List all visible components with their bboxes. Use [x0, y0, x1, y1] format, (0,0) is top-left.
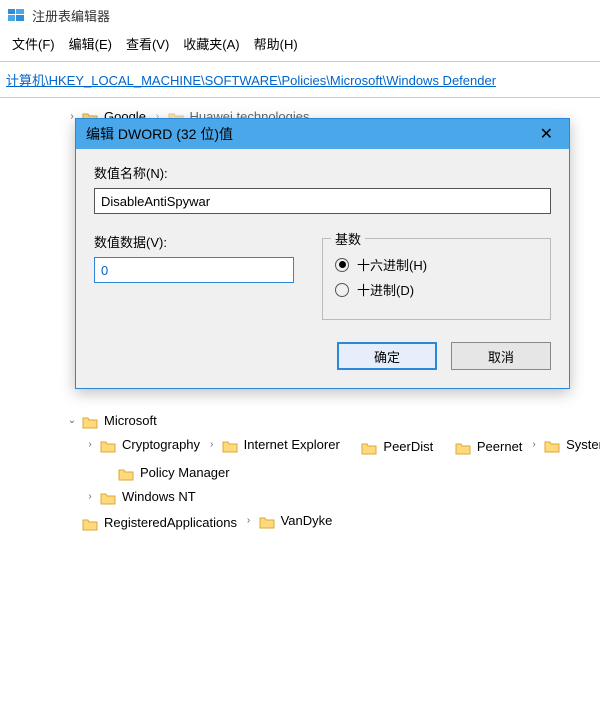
tree-item-peernet[interactable]: Peernet: [439, 436, 525, 458]
ok-button[interactable]: 确定: [337, 342, 437, 370]
tree-item-windows-nt[interactable]: › Windows NT: [84, 486, 198, 508]
value-data-label: 数值数据(V):: [94, 232, 304, 251]
folder-icon: [259, 514, 275, 528]
menu-edit[interactable]: 编辑(E): [69, 34, 112, 53]
base-group: 基数 十六进制(H) 十进制(D): [322, 238, 551, 320]
window-title: 注册表编辑器: [32, 6, 110, 25]
tree-item-microsoft[interactable]: ⌄ Microsoft: [66, 410, 159, 432]
tree-item-ie[interactable]: › Internet Explorer: [206, 434, 342, 456]
tree-item-cryptography[interactable]: › Cryptography: [84, 434, 202, 456]
expand-icon[interactable]: ›: [84, 434, 96, 456]
tree-item-syscert[interactable]: › SystemCertificates: [528, 434, 600, 456]
dialog-titlebar[interactable]: 编辑 DWORD (32 位)值 ✕: [76, 119, 569, 149]
dialog-body: 数值名称(N): 数值数据(V): 基数 十六进制(H) 十进制(D) 确定: [76, 149, 569, 388]
cancel-button[interactable]: 取消: [451, 342, 551, 370]
folder-icon: [118, 466, 134, 480]
dialog-title: 编辑 DWORD (32 位)值: [86, 124, 233, 144]
radio-hex-label: 十六进制(H): [357, 255, 427, 274]
folder-icon: [544, 438, 560, 452]
value-name-label: 数值名称(N):: [94, 163, 551, 182]
regedit-icon: [8, 7, 24, 23]
folder-icon: [82, 414, 98, 428]
expand-icon[interactable]: ›: [243, 510, 255, 532]
expand-icon[interactable]: ›: [84, 486, 96, 508]
menu-view[interactable]: 查看(V): [126, 34, 169, 53]
radio-icon[interactable]: [335, 283, 349, 297]
collapse-icon[interactable]: ⌄: [66, 410, 78, 432]
tree-item-policy-manager[interactable]: Policy Manager: [102, 462, 232, 484]
folder-icon: [100, 438, 116, 452]
menu-help[interactable]: 帮助(H): [254, 34, 298, 53]
menu-bar: 文件(F) 编辑(E) 查看(V) 收藏夹(A) 帮助(H): [0, 30, 600, 62]
radio-dec-label: 十进制(D): [357, 280, 414, 299]
folder-icon: [361, 440, 377, 454]
folder-icon: [82, 516, 98, 530]
radio-dec[interactable]: 十进制(D): [335, 280, 538, 299]
folder-icon: [222, 438, 238, 452]
tree-item-registeredapps[interactable]: RegisteredApplications: [66, 512, 239, 534]
folder-icon: [455, 440, 471, 454]
address-bar[interactable]: 计算机\HKEY_LOCAL_MACHINE\SOFTWARE\Policies…: [0, 62, 600, 98]
base-group-label: 基数: [331, 229, 365, 248]
close-button[interactable]: ✕: [534, 124, 559, 144]
radio-icon[interactable]: [335, 258, 349, 272]
menu-favorites[interactable]: 收藏夹(A): [183, 34, 239, 53]
expand-icon[interactable]: ›: [528, 434, 540, 456]
menu-file[interactable]: 文件(F): [12, 34, 55, 53]
expand-icon[interactable]: ›: [206, 434, 218, 456]
window-titlebar: 注册表编辑器: [0, 0, 600, 30]
value-name-input[interactable]: [94, 188, 551, 214]
edit-dword-dialog: 编辑 DWORD (32 位)值 ✕ 数值名称(N): 数值数据(V): 基数 …: [75, 118, 570, 389]
value-data-input[interactable]: [94, 257, 294, 283]
tree-item-peerdist[interactable]: PeerDist: [345, 436, 435, 458]
folder-icon: [100, 490, 116, 504]
radio-hex[interactable]: 十六进制(H): [335, 255, 538, 274]
tree-item-vandyke[interactable]: › VanDyke: [243, 510, 335, 532]
